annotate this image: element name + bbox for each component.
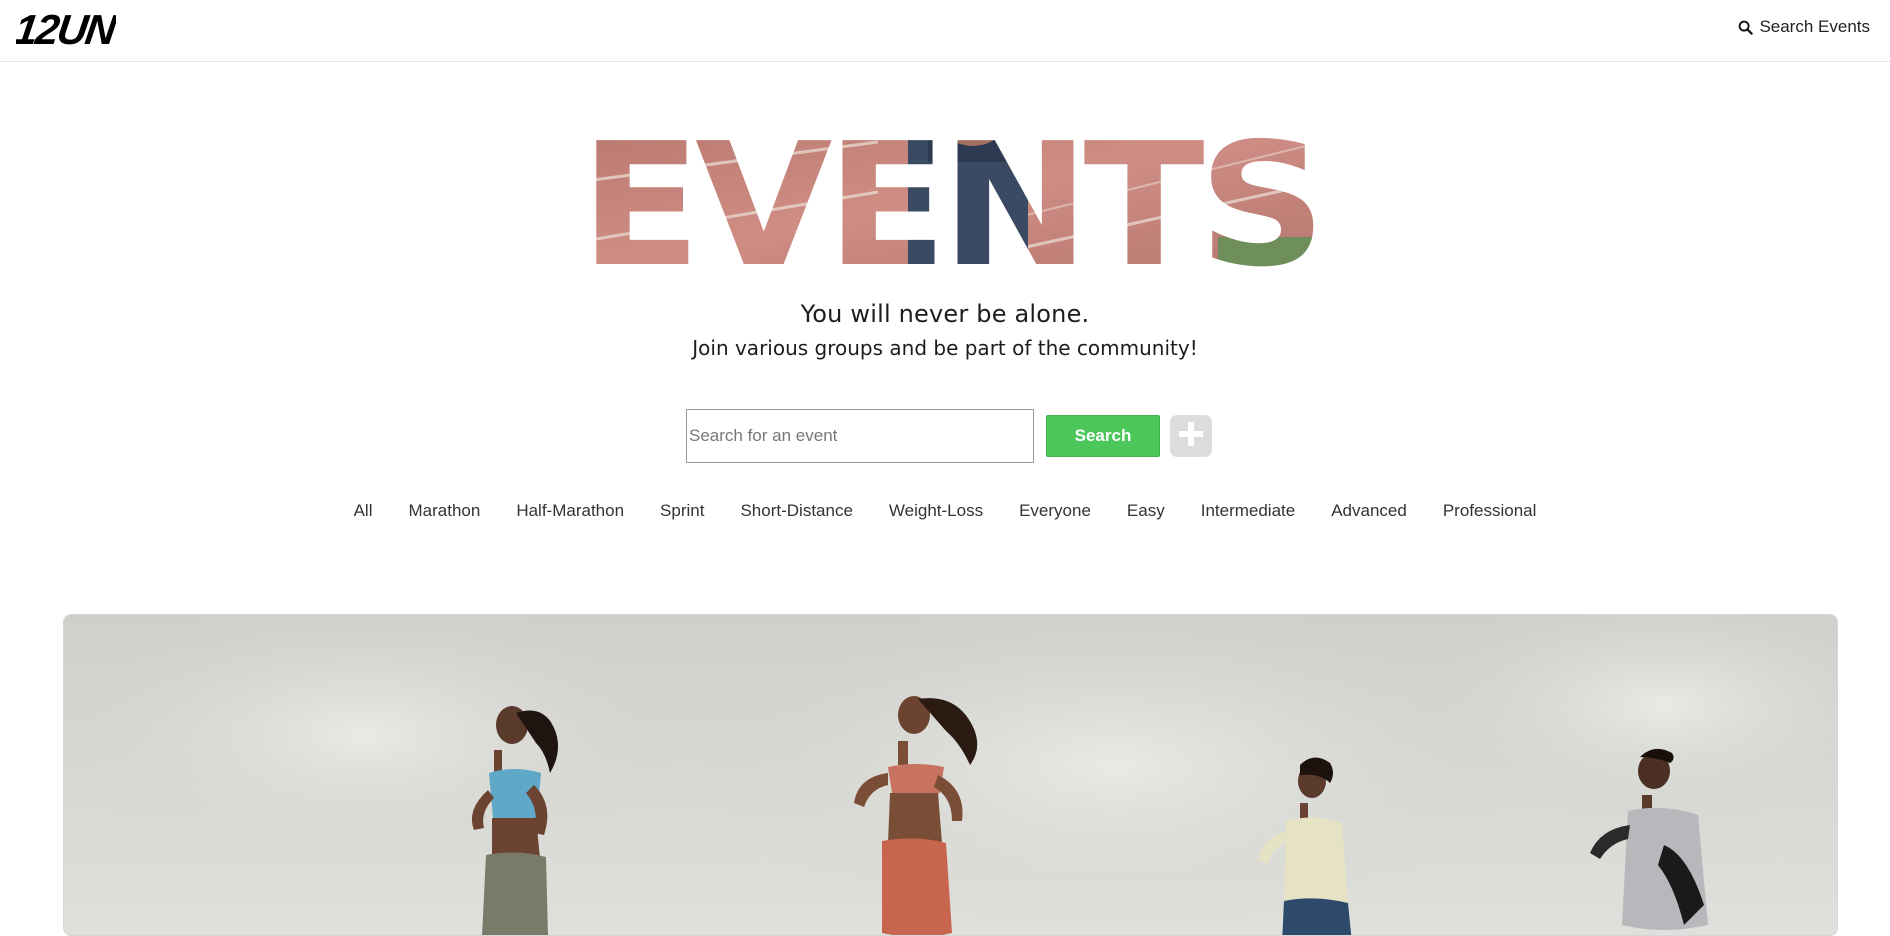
tagline-primary: You will never be alone. (800, 300, 1090, 328)
filter-everyone[interactable]: Everyone (1001, 501, 1109, 521)
svg-text:12UN: 12UN (16, 6, 116, 52)
filter-all[interactable]: All (336, 501, 391, 521)
events-hero-title: EVENTS (578, 107, 1326, 305)
runners-banner-image (63, 614, 1838, 936)
event-search-bar: Search (686, 409, 1212, 463)
filter-marathon[interactable]: Marathon (391, 501, 499, 521)
search-events-label: Search Events (1759, 17, 1870, 36)
category-filters: All Marathon Half-Marathon Sprint Short-… (0, 501, 1890, 521)
tagline-secondary: Join various groups and be part of the c… (692, 336, 1198, 360)
add-event-button[interactable] (1170, 415, 1212, 457)
svg-text:EVENTS: EVENTS (580, 122, 1320, 270)
filter-easy[interactable]: Easy (1109, 501, 1183, 521)
logo[interactable]: 12UN (11, 6, 120, 53)
search-button[interactable]: Search (1046, 415, 1160, 457)
plus-icon (1177, 420, 1205, 453)
filter-intermediate[interactable]: Intermediate (1183, 501, 1314, 521)
event-search-input[interactable] (686, 409, 1034, 463)
search-icon (1738, 20, 1754, 35)
filter-weight-loss[interactable]: Weight-Loss (871, 501, 1001, 521)
filter-half-marathon[interactable]: Half-Marathon (498, 501, 642, 521)
top-navbar: 12UN Search Events (0, 0, 1890, 62)
filter-sprint[interactable]: Sprint (642, 501, 722, 521)
filter-professional[interactable]: Professional (1425, 501, 1555, 521)
search-events-link[interactable]: Search Events (1738, 17, 1870, 37)
filter-short-distance[interactable]: Short-Distance (722, 501, 870, 521)
filter-advanced[interactable]: Advanced (1313, 501, 1425, 521)
